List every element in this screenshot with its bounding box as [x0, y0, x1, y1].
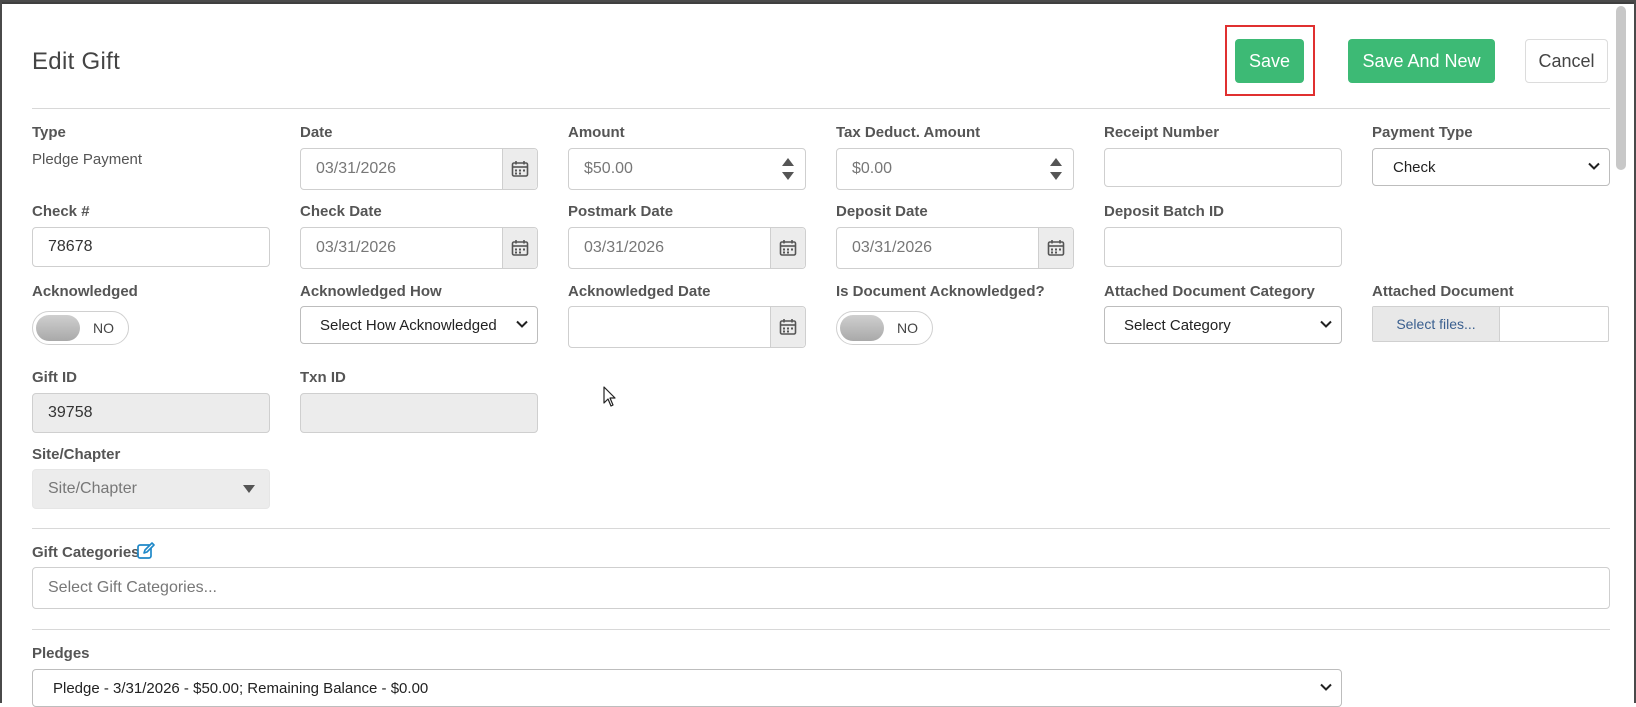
date-label: Date	[300, 124, 333, 141]
increment-arrow-icon[interactable]	[1049, 158, 1062, 166]
chevron-down-icon	[1587, 159, 1601, 176]
chevron-down-icon	[1319, 317, 1333, 334]
acknowledged-how-select[interactable]: Select How Acknowledged	[300, 306, 538, 344]
tax-deduct-stepper[interactable]	[1038, 149, 1073, 189]
doc-acknowledged-toggle[interactable]: NO	[836, 311, 933, 345]
acknowledged-toggle-text: NO	[93, 320, 114, 336]
tax-deduct-value: $0.00	[852, 160, 893, 177]
save-and-new-button[interactable]: Save And New	[1348, 39, 1495, 83]
chevron-down-icon	[1319, 680, 1333, 697]
acknowledged-date-label: Acknowledged Date	[568, 283, 711, 300]
type-label: Type	[32, 124, 66, 141]
deposit-batch-label: Deposit Batch ID	[1104, 203, 1225, 220]
payment-type-label: Payment Type	[1372, 124, 1473, 141]
attached-document-label: Attached Document	[1372, 283, 1514, 300]
site-chapter-label: Site/Chapter	[32, 446, 121, 463]
calendar-icon[interactable]	[770, 228, 805, 268]
attached-document-field[interactable]: Select files...	[1372, 306, 1609, 342]
decrement-arrow-icon[interactable]	[781, 172, 794, 180]
txn-id-label: Txn ID	[300, 369, 346, 386]
doc-acknowledged-toggle-text: NO	[897, 320, 918, 336]
postmark-date-label: Postmark Date	[568, 203, 674, 220]
deposit-date-label: Deposit Date	[836, 203, 928, 220]
amount-stepper[interactable]	[770, 149, 805, 189]
select-files-button[interactable]: Select files...	[1373, 307, 1500, 341]
check-number-input[interactable]: 78678	[32, 227, 270, 267]
gift-categories-label: Gift Categories	[32, 544, 140, 561]
caret-down-icon	[243, 480, 255, 498]
amount-label: Amount	[568, 124, 625, 141]
deposit-date-value: 03/31/2026	[852, 239, 933, 256]
pledges-value: Pledge - 3/31/2026 - $50.00; Remaining B…	[53, 679, 429, 697]
gift-categories-input[interactable]: Select Gift Categories...	[32, 567, 1610, 609]
increment-arrow-icon[interactable]	[781, 158, 794, 166]
receipt-number-input[interactable]	[1104, 148, 1342, 187]
payment-type-select[interactable]: Check	[1372, 148, 1610, 186]
toggle-knob	[36, 315, 80, 341]
site-chapter-placeholder: Site/Chapter	[48, 480, 137, 497]
amount-field[interactable]: $50.00	[568, 148, 806, 190]
check-date-field[interactable]: 03/31/2026	[300, 227, 538, 269]
window-top-border	[0, 0, 1636, 4]
pledges-select[interactable]: Pledge - 3/31/2026 - $50.00; Remaining B…	[32, 669, 1342, 707]
deposit-batch-input[interactable]	[1104, 227, 1342, 267]
gift-id-label: Gift ID	[32, 369, 77, 386]
check-number-label: Check #	[32, 203, 90, 220]
doc-category-select[interactable]: Select Category	[1104, 306, 1342, 344]
edit-icon[interactable]	[137, 542, 155, 565]
gift-id-value: 39758	[48, 404, 93, 421]
acknowledged-how-label: Acknowledged How	[300, 283, 442, 300]
calendar-icon[interactable]	[502, 228, 537, 268]
payment-type-value: Check	[1393, 158, 1436, 176]
date-value: 03/31/2026	[316, 160, 397, 177]
page-title: Edit Gift	[32, 48, 121, 75]
check-date-label: Check Date	[300, 203, 382, 220]
acknowledged-label: Acknowledged	[32, 283, 138, 300]
acknowledged-toggle[interactable]: NO	[32, 311, 129, 345]
section-divider	[32, 528, 1610, 529]
type-value: Pledge Payment	[32, 151, 143, 168]
doc-acknowledged-label: Is Document Acknowledged?	[836, 283, 1045, 300]
gift-id-field: 39758	[32, 393, 270, 433]
calendar-icon[interactable]	[502, 149, 537, 189]
tax-deduct-field[interactable]: $0.00	[836, 148, 1074, 190]
calendar-icon[interactable]	[1038, 228, 1073, 268]
header-divider	[32, 108, 1610, 109]
postmark-date-value: 03/31/2026	[584, 239, 665, 256]
date-field[interactable]: 03/31/2026	[300, 148, 538, 190]
decrement-arrow-icon[interactable]	[1049, 172, 1062, 180]
txn-id-field	[300, 393, 538, 433]
calendar-icon[interactable]	[770, 307, 805, 347]
deposit-date-field[interactable]: 03/31/2026	[836, 227, 1074, 269]
acknowledged-how-value: Select How Acknowledged	[320, 316, 497, 334]
check-date-value: 03/31/2026	[316, 239, 397, 256]
section-divider	[32, 629, 1610, 630]
mouse-cursor-icon	[603, 386, 617, 413]
gift-categories-placeholder: Select Gift Categories...	[48, 579, 217, 596]
doc-category-value: Select Category	[1124, 316, 1231, 334]
check-number-value: 78678	[48, 238, 93, 255]
receipt-number-label: Receipt Number	[1104, 124, 1220, 141]
cancel-button[interactable]: Cancel	[1525, 39, 1608, 83]
postmark-date-field[interactable]: 03/31/2026	[568, 227, 806, 269]
toggle-knob	[840, 315, 884, 341]
chevron-down-icon	[515, 317, 529, 334]
tax-deduct-label: Tax Deduct. Amount	[836, 124, 981, 141]
acknowledged-date-field[interactable]	[568, 306, 806, 348]
pledges-label: Pledges	[32, 645, 90, 662]
vertical-scrollbar[interactable]	[1616, 6, 1626, 170]
site-chapter-select[interactable]: Site/Chapter	[32, 469, 270, 509]
doc-category-label: Attached Document Category	[1104, 283, 1315, 300]
amount-value: $50.00	[584, 160, 633, 177]
save-highlight-box	[1225, 25, 1315, 96]
